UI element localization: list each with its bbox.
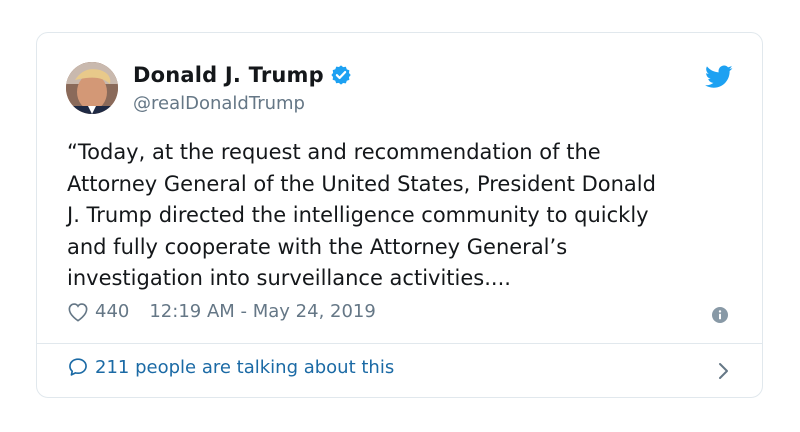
author-handle[interactable]: @realDonaldTrump — [133, 93, 305, 114]
tweet-meta: 440 12:19 AM - May 24, 2019 — [67, 301, 376, 322]
info-icon[interactable] — [712, 307, 728, 323]
tweet-text-line: J. Trump directed the intelligence commu… — [67, 203, 649, 227]
talking-about-label[interactable]: 211 people are talking about this — [95, 357, 394, 378]
heart-icon[interactable] — [67, 302, 89, 322]
tweet-text-line: and fully cooperate with the Attorney Ge… — [67, 234, 568, 259]
tweet-text-line: “Today, at the request and recommendatio… — [67, 140, 601, 164]
tweet-text-line: Attorney General of the United States, P… — [67, 171, 656, 196]
avatar[interactable] — [66, 62, 118, 114]
like-count[interactable]: 440 — [95, 301, 129, 322]
profile-photo-icon — [66, 62, 118, 114]
tweet-text-line: investigation into surveillance activiti… — [67, 266, 511, 290]
divider — [37, 343, 762, 344]
verified-badge-icon — [331, 65, 351, 85]
tweet-text: “Today, at the request and recommendatio… — [67, 137, 747, 295]
conversation-link[interactable]: 211 people are talking about this — [67, 356, 394, 378]
timestamp[interactable]: 12:19 AM - May 24, 2019 — [149, 301, 375, 322]
tweet-card[interactable]: Donald J. Trump @realDonaldTrump “Today,… — [36, 32, 763, 398]
author-display-name[interactable]: Donald J. Trump — [133, 63, 324, 87]
chevron-right-icon[interactable] — [716, 361, 730, 381]
author-name-row[interactable]: Donald J. Trump — [133, 63, 352, 87]
speech-bubble-icon — [69, 358, 87, 376]
twitter-bird-icon[interactable] — [705, 65, 733, 89]
